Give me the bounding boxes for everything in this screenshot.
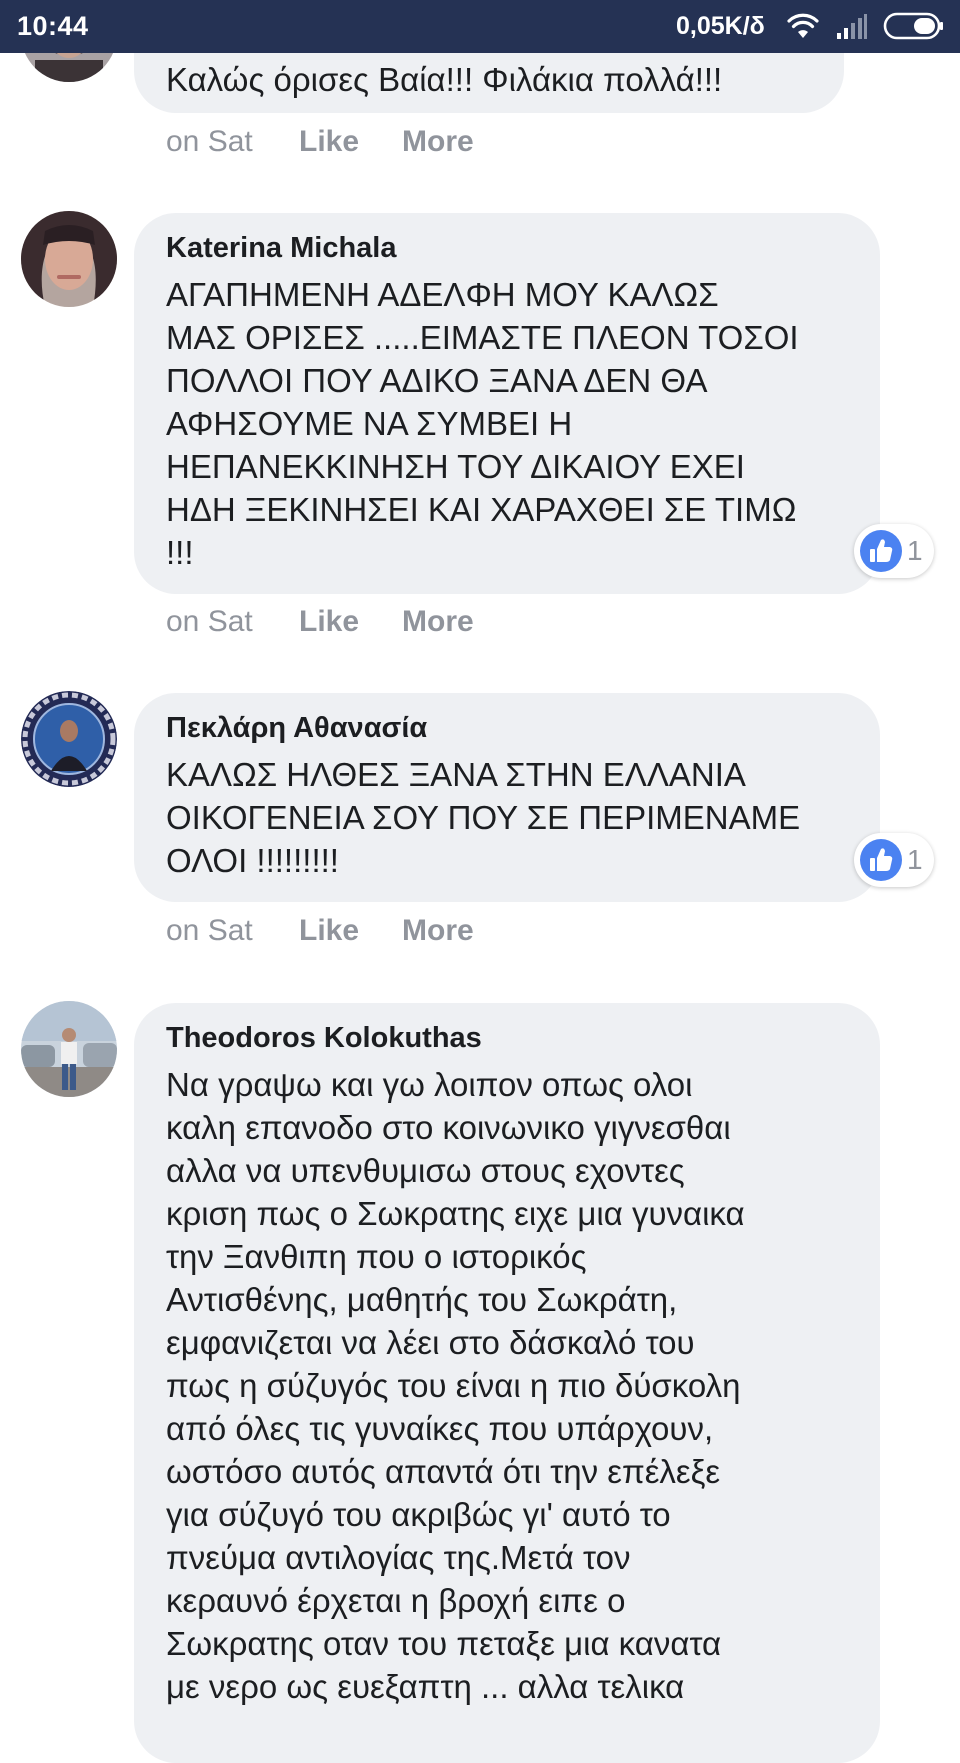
like-reaction-icon [860,530,902,572]
status-time: 10:44 [17,11,89,41]
signal-icon [837,14,867,39]
comment-text: ΚΑΛΩΣ ΗΛΘΕΣ ΞΑΝΑ ΣΤΗΝ ΕΛΛΑΝΙΑ ΟΙΚΟΓΕΝΕΙΑ… [166,756,801,879]
reaction-summary[interactable]: 1 [854,524,934,578]
reaction-count: 1 [907,535,923,566]
comment-author[interactable]: Theodoros Kolokuthas [166,1021,856,1055]
more-button[interactable]: More [402,913,474,949]
like-button[interactable]: Like [299,604,359,640]
comment-author[interactable]: Πεκλάρη Αθανασία [166,711,856,745]
status-bar: 10:44 0,05K/δ [0,0,960,53]
comment-time[interactable]: on Sat [166,124,253,160]
like-reaction-icon [860,839,902,881]
comment-time[interactable]: on Sat [166,604,253,640]
comment-bubble: Theodoros Kolokuthas Να γραψω και γω λοι… [134,1003,880,1763]
comment-time[interactable]: on Sat [166,913,253,949]
comment-text: Να γραψω και γω λοιπον οπως ολοι καλη επ… [166,1066,745,1705]
commenter-avatar[interactable] [21,1001,117,1097]
wifi-icon [787,13,819,38]
like-button[interactable]: Like [299,913,359,949]
commenter-avatar[interactable] [21,691,117,787]
network-speed: 0,05K/δ [676,12,765,40]
reaction-summary[interactable]: 1 [854,833,934,887]
comment-text: Καλώς όρισες Βαία!!! Φιλάκια πολλά!!! [166,61,723,98]
like-button[interactable]: Like [299,124,359,160]
comment-feed: Καλώς όρισες Βαία!!! Φιλάκια πολλά!!! on… [0,0,960,1763]
comment-bubble: Πεκλάρη Αθανασία ΚΑΛΩΣ ΗΛΘΕΣ ΞΑΝΑ ΣΤΗΝ Ε… [134,693,880,902]
battery-icon [883,12,943,40]
more-button[interactable]: More [402,604,474,640]
commenter-avatar[interactable] [21,211,117,307]
reaction-count: 1 [907,844,923,875]
comment-bubble: Katerina Michala ΑΓΑΠΗΜΕΝΗ ΑΔΕΛΦΗ ΜΟΥ ΚΑ… [134,213,880,594]
comment-text: ΑΓΑΠΗΜΕΝΗ ΑΔΕΛΦΗ ΜΟΥ ΚΑΛΩΣ ΜΑΣ ΟΡΙΣΕΣ ..… [166,276,799,571]
more-button[interactable]: More [402,124,474,160]
comment-author[interactable]: Katerina Michala [166,231,856,265]
